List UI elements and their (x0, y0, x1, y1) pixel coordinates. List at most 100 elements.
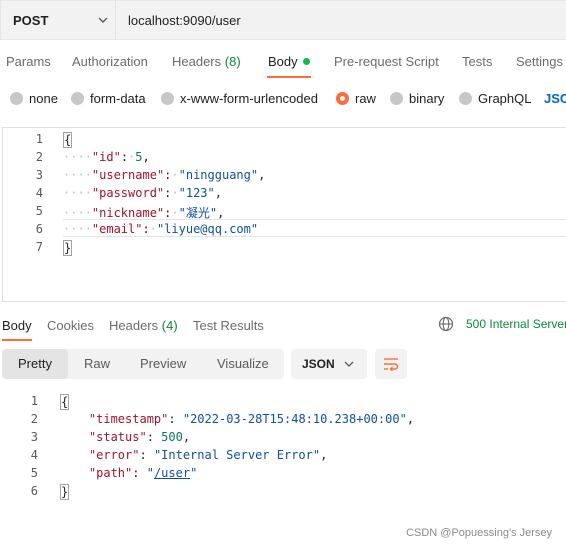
json-key: "timestamp" (88, 412, 169, 426)
code-line: ····"password":·"123", (63, 186, 222, 200)
tab-label: Params (6, 54, 51, 69)
line-number: 3 (30, 430, 38, 444)
body-type-options: none form-data x-www-form-urlencoded raw… (0, 84, 566, 114)
headers-count: (8) (224, 54, 241, 69)
json-value: "123" (178, 186, 215, 200)
open-brace: { (60, 394, 70, 410)
method-label: POST (13, 12, 49, 28)
radio-form-data[interactable]: form-data (71, 91, 146, 106)
path-link[interactable]: /user (154, 466, 190, 480)
code-line: } (63, 240, 73, 256)
view-mode-raw[interactable]: Raw (84, 356, 110, 371)
body-indicator-dot (302, 58, 310, 65)
json-comma: , (217, 206, 225, 220)
response-tab-test-results[interactable]: Test Results (193, 318, 264, 333)
view-mode-tabs: Pretty Raw Preview Visualize (2, 349, 284, 379)
view-mode-visualize[interactable]: Visualize (217, 356, 269, 371)
raw-language-select[interactable]: JSC (544, 91, 566, 106)
line-number: 3 (35, 168, 43, 182)
radio-none[interactable]: none (10, 91, 58, 106)
tab-label: Pre-request Script (334, 54, 439, 69)
tab-params[interactable]: Params (6, 54, 51, 69)
code-line: ····"username":·"ningguang", (63, 168, 266, 182)
wrap-lines-button[interactable] (375, 349, 407, 379)
json-key: "nickname" (91, 206, 165, 220)
tab-settings[interactable]: Settings (516, 54, 563, 69)
view-mode-preview[interactable]: Preview (140, 356, 186, 371)
radio-label: none (29, 91, 58, 106)
tab-pre-request-script[interactable]: Pre-request Script (334, 54, 439, 69)
response-body-viewer[interactable]: 1 2 3 4 5 6 { "timestamp": "2022-03-28T1… (0, 390, 566, 500)
radio-graphql[interactable]: GraphQL (459, 91, 531, 106)
response-tab-body[interactable]: Body (2, 318, 32, 333)
json-comma: , (214, 186, 222, 200)
tab-body[interactable]: Body (268, 54, 310, 69)
json-value: "凝光" (178, 206, 218, 220)
response-tab-headers[interactable]: Headers (4) (109, 318, 178, 333)
line-number: 4 (30, 448, 38, 462)
tab-label: Body (2, 318, 32, 333)
tab-label: Cookies (47, 318, 94, 333)
line-number: 6 (35, 222, 43, 236)
radio-dot (459, 92, 472, 105)
request-body-editor[interactable]: 1 2 3 4 5 6 7 { ····"id":·5, ····"userna… (2, 127, 566, 302)
globe-icon (438, 316, 454, 332)
line-number: 5 (35, 204, 43, 218)
radio-label: binary (409, 91, 445, 106)
code-line: "error": "Internal Server Error", (88, 448, 328, 462)
radio-raw[interactable]: raw (336, 91, 376, 106)
close-brace: } (60, 484, 70, 500)
code-line: "timestamp": "2022-03-28T15:48:10.238+00… (88, 412, 415, 426)
format-label: JSON (302, 357, 335, 371)
format-select[interactable]: JSON (291, 349, 367, 379)
view-mode-pretty[interactable]: Pretty (18, 356, 52, 371)
line-number: 5 (30, 466, 38, 480)
response-status[interactable]: 500 Internal Server (438, 316, 566, 332)
tab-label: Headers (172, 54, 222, 69)
status-text: 500 Internal Server (466, 317, 566, 331)
radio-label: raw (355, 91, 376, 106)
open-brace: { (63, 132, 73, 148)
chevron-down-icon (344, 361, 354, 367)
watermark: CSDN @Popuessing's Jersey (406, 527, 552, 539)
json-value: "2022-03-28T15:48:10.238+00:00" (182, 412, 407, 426)
tab-label: Authorization (72, 54, 148, 69)
language-label: JSC (544, 91, 566, 106)
json-value: 5 (135, 150, 143, 164)
json-value: "liyue@qq.com" (156, 222, 259, 236)
line-number: 4 (35, 186, 43, 200)
tab-label: Tests (462, 54, 493, 69)
line-number: 6 (30, 484, 38, 498)
line-number: 1 (35, 132, 43, 146)
radio-binary[interactable]: binary (390, 91, 444, 106)
radio-dot-selected (336, 92, 349, 105)
url-text: localhost:9090/user (128, 12, 241, 28)
active-tab-underline (2, 339, 32, 341)
line-number: 2 (30, 412, 38, 426)
json-value: "ningguang" (178, 168, 259, 182)
code-line: ····"id":·5, (63, 150, 150, 164)
code-line: "path": "/user" (88, 466, 198, 480)
tab-tests[interactable]: Tests (462, 54, 492, 69)
json-quote: " (190, 466, 198, 480)
code-line: ····"nickname":·"凝光", (63, 206, 225, 220)
json-comma: , (258, 168, 266, 182)
headers-count: (4) (161, 318, 178, 333)
active-tab-underline (267, 76, 311, 78)
url-input[interactable]: localhost:9090/user (116, 0, 566, 40)
radio-label: form-data (90, 91, 146, 106)
code-line: "status": 500, (88, 430, 191, 444)
response-tab-cookies[interactable]: Cookies (47, 318, 94, 333)
code-line: ····"email":·"liyue@qq.com" (63, 222, 259, 236)
json-comma: , (320, 448, 328, 462)
json-value: 500 (161, 430, 183, 444)
request-bar: POST localhost:9090/user (0, 0, 566, 40)
json-key: "email" (91, 222, 143, 236)
tab-label: Headers (109, 318, 159, 333)
tab-headers[interactable]: Headers (8) (172, 54, 241, 69)
method-select[interactable]: POST (0, 0, 116, 40)
radio-x-www-form-urlencoded[interactable]: x-www-form-urlencoded (161, 91, 318, 106)
tab-authorization[interactable]: Authorization (72, 54, 148, 69)
radio-dot (10, 92, 23, 105)
close-brace: } (63, 240, 73, 256)
